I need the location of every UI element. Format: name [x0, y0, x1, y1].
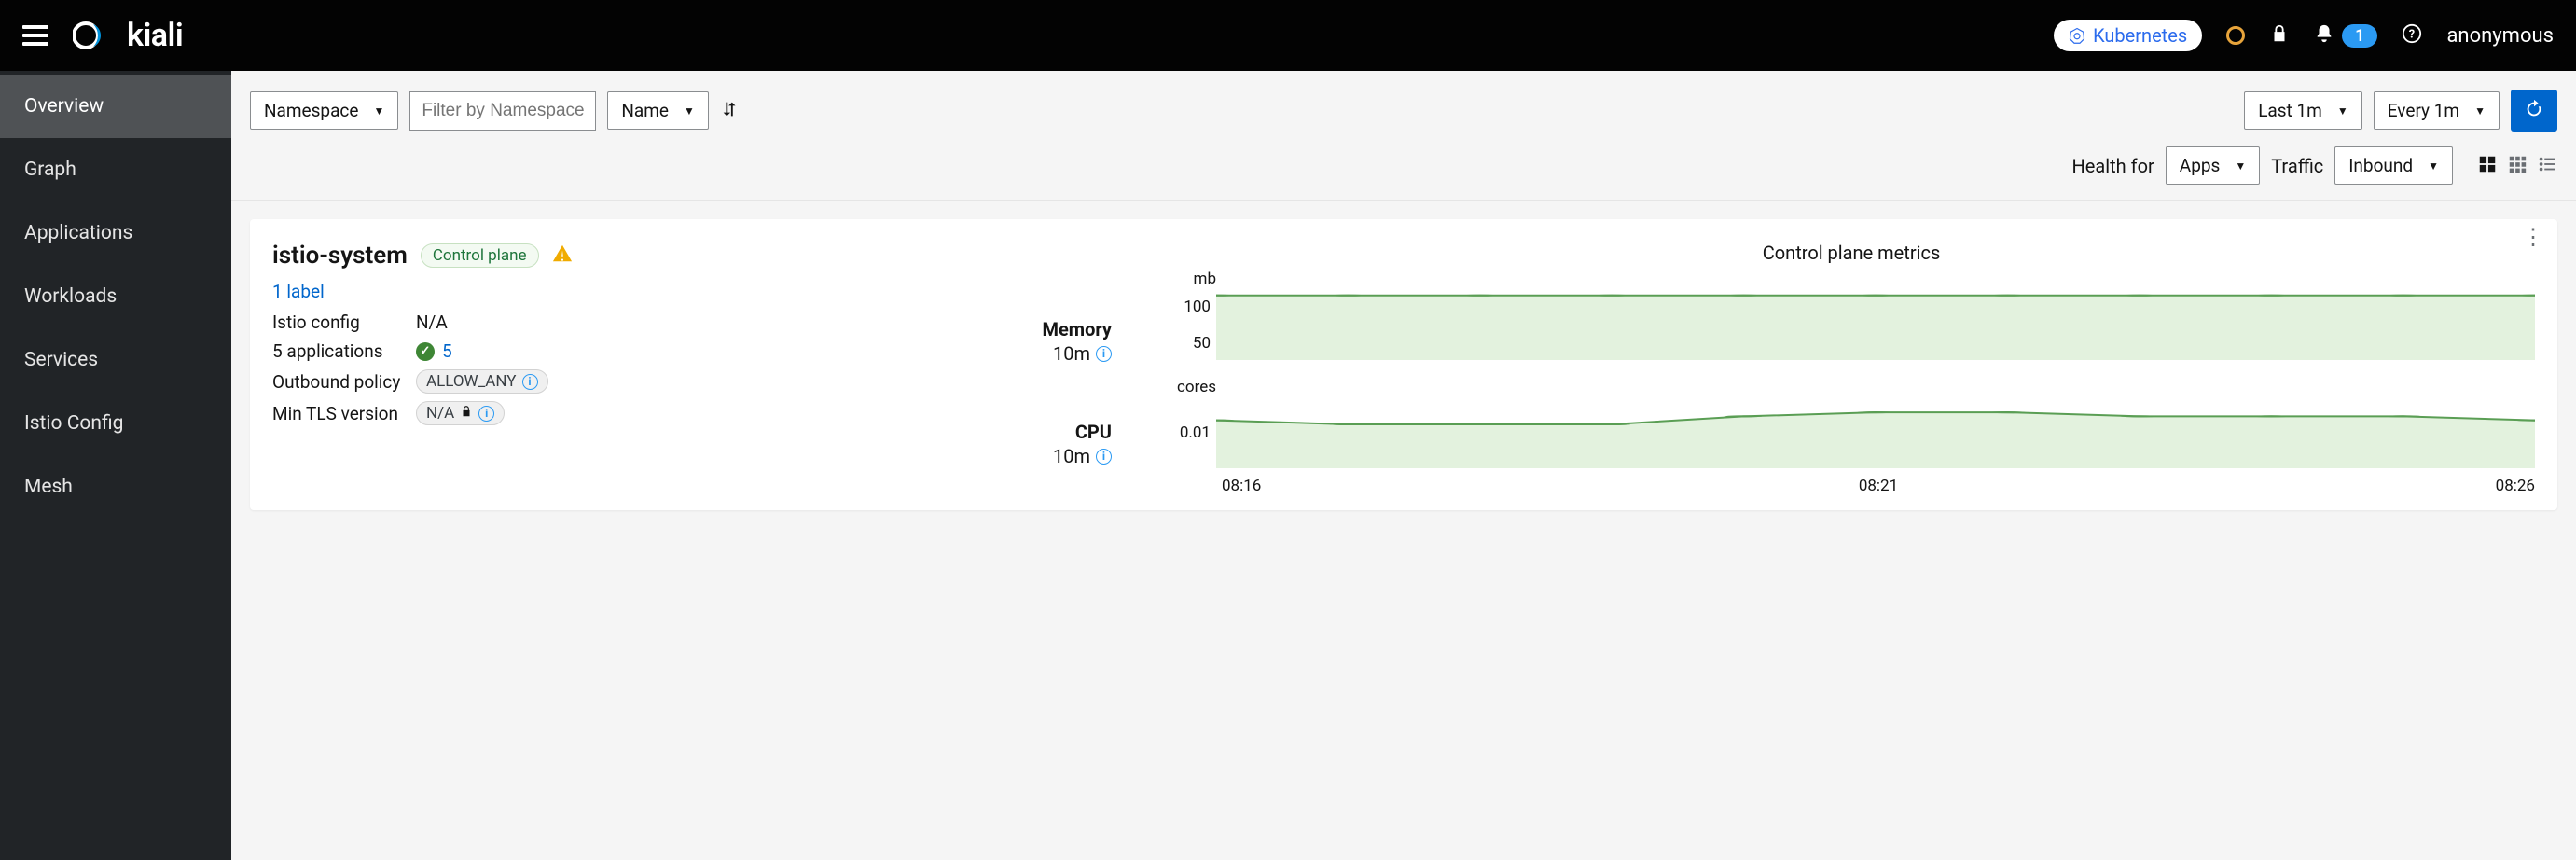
namespace-card: ⋮ istio-system Control plane 1 label Ist… — [250, 219, 2557, 510]
sidebar-item-overview[interactable]: Overview — [0, 75, 231, 138]
row-applications: 5 applications 5 — [272, 337, 944, 366]
sidebar-item-graph[interactable]: Graph — [0, 138, 231, 201]
duration-select[interactable]: Last 1m ▼ — [2244, 91, 2362, 130]
sidebar-item-workloads[interactable]: Workloads — [0, 265, 231, 328]
chart-x-axis: 08:1608:2108:26 — [1168, 469, 2535, 495]
caret-down-icon: ▼ — [2428, 160, 2439, 173]
info-icon[interactable] — [1096, 449, 1112, 465]
warning-icon — [552, 243, 573, 268]
cpu-label: CPU — [1000, 421, 1112, 443]
healthy-icon — [416, 342, 435, 361]
info-icon[interactable] — [522, 374, 538, 390]
caret-down-icon: ▼ — [2235, 160, 2246, 173]
filter-input[interactable] — [409, 91, 596, 131]
labels-link[interactable]: 1 label — [272, 281, 944, 302]
health-for-label: Health for — [2072, 155, 2154, 177]
caret-down-icon: ▼ — [684, 104, 695, 118]
metrics-title: Control plane metrics — [1168, 242, 2535, 264]
view-grid-large-button[interactable] — [2477, 154, 2498, 178]
bell-icon — [2314, 23, 2334, 49]
main: Namespace ▼ Name ▼ Last 1m ▼ Every 1m ▼ — [231, 71, 2576, 860]
memory-age: 10m — [1053, 342, 1090, 365]
sort-direction-button[interactable] — [720, 99, 741, 123]
refresh-interval-select[interactable]: Every 1m ▼ — [2374, 91, 2500, 130]
kubernetes-icon — [2069, 27, 2085, 44]
refresh-button[interactable] — [2511, 90, 2557, 132]
traffic-label: Traffic — [2271, 155, 2323, 177]
nav-toggle-button[interactable] — [22, 21, 48, 50]
status-ring-icon[interactable] — [2226, 26, 2245, 45]
min-tls-chip: N/A — [416, 401, 505, 425]
info-icon[interactable] — [478, 406, 494, 422]
cluster-chip[interactable]: Kubernetes — [2054, 20, 2202, 51]
caret-down-icon: ▼ — [2474, 104, 2486, 118]
caret-down-icon: ▼ — [373, 104, 384, 118]
sidebar-item-applications[interactable]: Applications — [0, 201, 231, 265]
health-for-select[interactable]: Apps ▼ — [2166, 146, 2260, 185]
row-istio-config: Istio config N/A — [272, 308, 944, 337]
memory-chart: mb 10050 — [1168, 270, 2535, 361]
caret-down-icon: ▼ — [2337, 104, 2348, 118]
row-min-tls: Min TLS version N/A — [272, 397, 944, 429]
namespace-title: istio-system — [272, 242, 408, 270]
lock-icon — [460, 404, 473, 423]
svg-text:?: ? — [2409, 27, 2415, 41]
cluster-chip-label: Kubernetes — [2093, 24, 2187, 47]
sort-by-select[interactable]: Name ▼ — [607, 91, 709, 130]
sidebar-item-istio-config[interactable]: Istio Config — [0, 392, 231, 455]
apps-count-link[interactable]: 5 — [442, 340, 452, 362]
cpu-age: 10m — [1053, 445, 1090, 467]
cpu-chart: cores 0.01 — [1168, 378, 2535, 469]
control-plane-badge: Control plane — [421, 243, 539, 268]
masthead: kiali Kubernetes 1 ? anonymous — [0, 0, 2576, 71]
sidebar-item-mesh[interactable]: Mesh — [0, 455, 231, 519]
content: ⋮ istio-system Control plane 1 label Ist… — [231, 201, 2576, 529]
notification-count-badge: 1 — [2342, 24, 2377, 48]
toolbar: Namespace ▼ Name ▼ Last 1m ▼ Every 1m ▼ — [231, 71, 2576, 141]
traffic-select[interactable]: Inbound ▼ — [2334, 146, 2453, 185]
info-icon[interactable] — [1096, 346, 1112, 362]
view-grid-small-button[interactable] — [2507, 154, 2528, 178]
view-list-button[interactable] — [2537, 154, 2557, 178]
memory-label: Memory — [1000, 318, 1112, 340]
brand[interactable]: kiali — [73, 17, 183, 54]
row-outbound-policy: Outbound policy ALLOW_ANY — [272, 366, 944, 397]
sidebar: Overview Graph Applications Workloads Se… — [0, 71, 231, 860]
kiali-logo-icon — [73, 19, 118, 52]
filter-type-select[interactable]: Namespace ▼ — [250, 91, 398, 130]
outbound-policy-chip: ALLOW_ANY — [416, 369, 548, 394]
brand-name: kiali — [127, 17, 183, 54]
cpu-unit: cores — [1168, 378, 1216, 396]
memory-unit: mb — [1168, 270, 1216, 288]
view-mode-group — [2477, 154, 2557, 178]
username-label[interactable]: anonymous — [2446, 24, 2554, 48]
sub-toolbar: Health for Apps ▼ Traffic Inbound ▼ — [231, 141, 2576, 201]
card-actions-button[interactable]: ⋮ — [2522, 232, 2544, 242]
lock-icon[interactable] — [2269, 23, 2290, 49]
notifications[interactable]: 1 — [2314, 23, 2377, 49]
help-icon[interactable]: ? — [2402, 23, 2422, 49]
sidebar-item-services[interactable]: Services — [0, 328, 231, 392]
